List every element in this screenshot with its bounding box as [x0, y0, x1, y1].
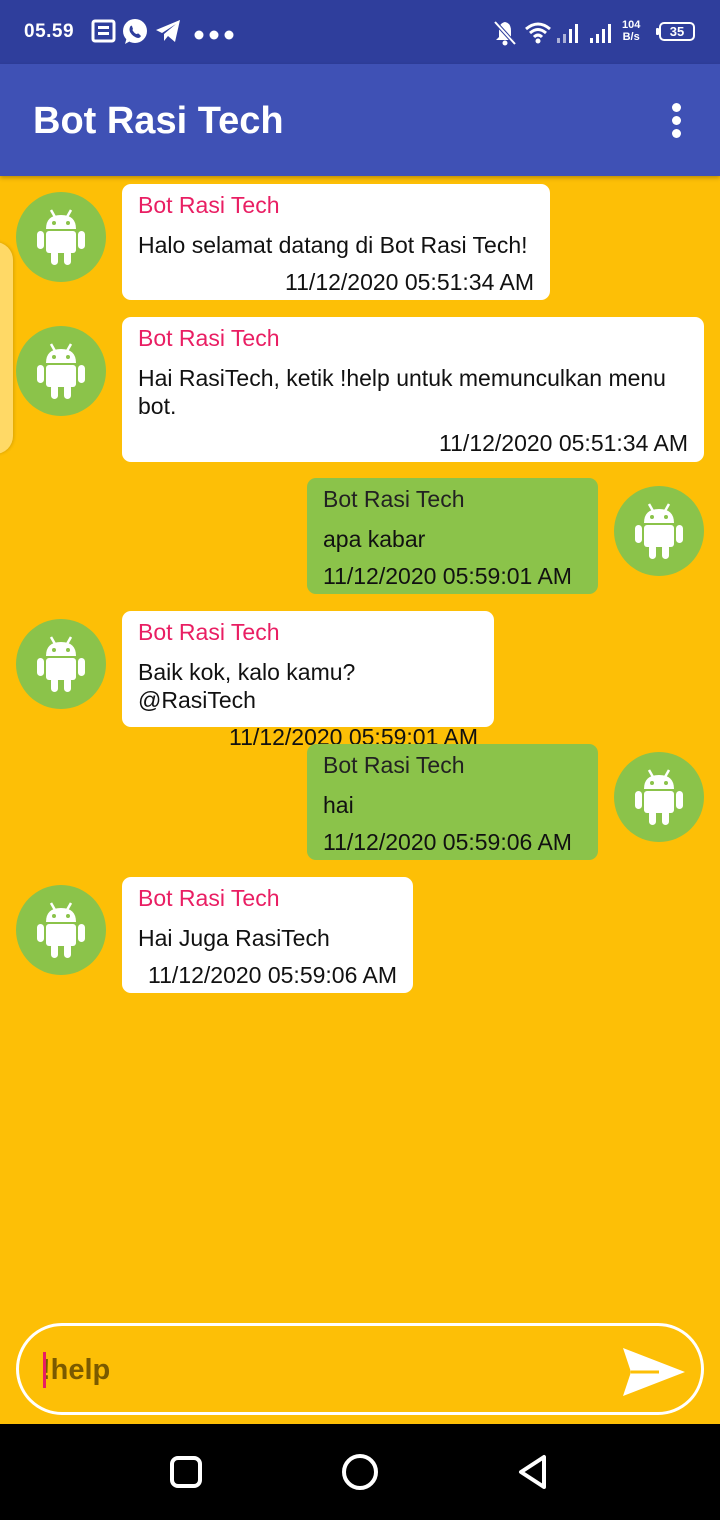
- status-time: 05.59: [24, 21, 75, 42]
- network-speed-value: 104: [622, 19, 641, 31]
- sender-name: Bot Rasi Tech: [138, 325, 280, 351]
- message-text: apa kabar: [323, 526, 426, 552]
- sender-name: Bot Rasi Tech: [323, 752, 465, 778]
- sender-name: Bot Rasi Tech: [138, 619, 280, 645]
- message-text: Halo selamat datang di Bot Rasi Tech!: [138, 232, 528, 258]
- app-bar: Bot Rasi Tech: [0, 64, 720, 176]
- android-avatar-icon: [16, 619, 106, 709]
- sender-name: Bot Rasi Tech: [138, 192, 280, 218]
- network-speed-unit: B/s: [622, 31, 640, 43]
- status-bar: 05.59 104 B/s 35: [0, 0, 720, 64]
- signal-icon: [589, 22, 615, 49]
- app-title: Bot Rasi Tech: [33, 100, 284, 142]
- message-timestamp: 11/12/2020 05:59:06 AM: [148, 962, 397, 988]
- message-timestamp: 11/12/2020 05:51:34 AM: [285, 269, 534, 295]
- navigation-bar: [0, 1424, 720, 1520]
- message-text: Hai RasiTech, ketik !help untuk memuncul…: [138, 365, 666, 419]
- overflow-menu-icon[interactable]: [660, 100, 694, 140]
- android-avatar-icon: [16, 885, 106, 975]
- message-text: Hai Juga RasiTech: [138, 925, 330, 951]
- wifi-icon: [525, 22, 551, 49]
- message-timestamp: 11/12/2020 05:59:06 AM: [323, 829, 572, 855]
- chat-bubble-incoming[interactable]: Bot Rasi Tech Baik kok, kalo kamu? @Rasi…: [122, 611, 494, 750]
- chat-bubble-incoming[interactable]: Bot Rasi Tech Halo selamat datang di Bot…: [122, 184, 550, 300]
- chat-bubble-outgoing[interactable]: Bot Rasi Tech apa kabar 11/12/2020 05:59…: [307, 478, 598, 594]
- back-icon[interactable]: [514, 1452, 554, 1492]
- message-timestamp: 11/12/2020 05:51:34 AM: [439, 430, 688, 456]
- message-input[interactable]: [41, 1348, 601, 1392]
- message-composer: [16, 1323, 704, 1415]
- telegram-icon: [154, 18, 182, 49]
- news-icon: [91, 18, 117, 49]
- whatsapp-icon: [121, 18, 149, 51]
- android-avatar-icon: [16, 326, 106, 416]
- battery-indicator: 35: [656, 22, 695, 41]
- message-text: Baik kok, kalo kamu? @RasiTech: [138, 659, 356, 713]
- message-text: hai: [323, 792, 354, 818]
- more-notifications-icon: [194, 27, 234, 45]
- chat-bubble-outgoing[interactable]: Bot Rasi Tech hai 11/12/2020 05:59:06 AM: [307, 744, 598, 860]
- bell-off-icon: [493, 20, 517, 51]
- text-cursor: [43, 1352, 46, 1388]
- chat-bubble-incoming[interactable]: Bot Rasi Tech Hai RasiTech, ketik !help …: [122, 317, 704, 462]
- android-avatar-icon: [614, 486, 704, 576]
- android-avatar-icon: [614, 752, 704, 842]
- sender-name: Bot Rasi Tech: [323, 486, 465, 512]
- side-drawer-handle[interactable]: [0, 242, 13, 454]
- android-avatar-icon: [16, 192, 106, 282]
- signal-icon: [556, 22, 582, 49]
- sender-name: Bot Rasi Tech: [138, 885, 280, 911]
- send-icon[interactable]: [619, 1344, 689, 1400]
- chat-bubble-incoming[interactable]: Bot Rasi Tech Hai Juga RasiTech 11/12/20…: [122, 877, 413, 993]
- home-icon[interactable]: [340, 1452, 380, 1492]
- network-speed: 104 B/s: [622, 19, 640, 43]
- recents-icon[interactable]: [166, 1452, 206, 1492]
- message-timestamp: 11/12/2020 05:59:01 AM: [323, 563, 572, 589]
